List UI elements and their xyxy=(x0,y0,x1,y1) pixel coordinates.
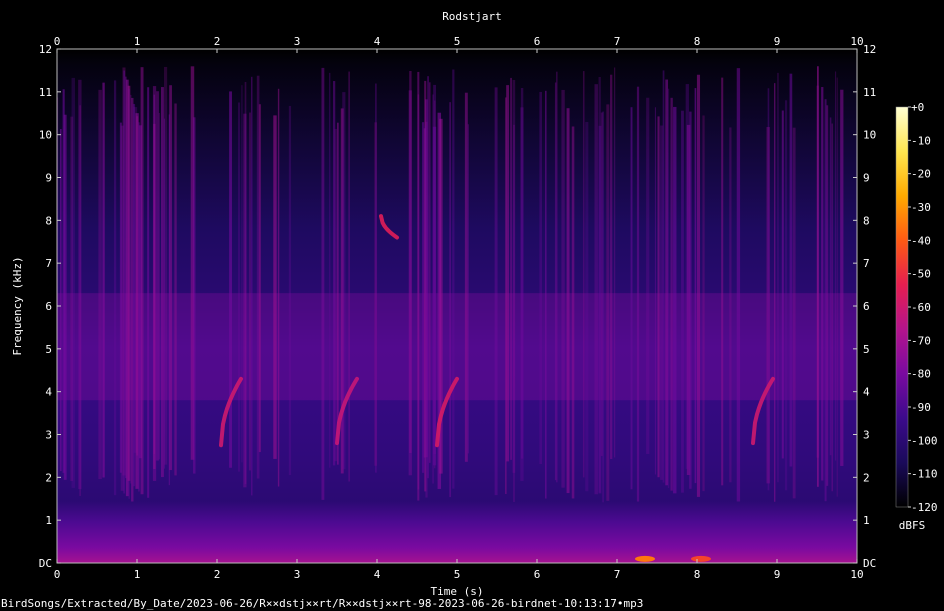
x-tick-label-top: 6 xyxy=(534,35,541,48)
x-tick-label-bottom: 6 xyxy=(534,568,541,581)
file-path-footer: BirdSongs/Extracted/By_Date/2023-06-26/R… xyxy=(1,597,643,610)
colorbar-tick-label: -110 xyxy=(911,468,938,481)
colorbar-tick-label: -30 xyxy=(911,201,931,214)
x-tick-label-bottom: 3 xyxy=(294,568,301,581)
y-tick-label-left: 7 xyxy=(45,257,52,270)
colorbar-tick-label: -60 xyxy=(911,301,931,314)
colorbar-tick-label: -20 xyxy=(911,168,931,181)
y-tick-label-right: 3 xyxy=(863,429,870,442)
x-tick-label-top: 8 xyxy=(694,35,701,48)
colorbar-tick-label: -40 xyxy=(911,234,931,247)
y-tick-label-left: 10 xyxy=(39,129,52,142)
colorbar-tick-label: -70 xyxy=(911,334,931,347)
y-tick-label-left: 2 xyxy=(45,471,52,484)
x-tick-label-bottom: 8 xyxy=(694,568,701,581)
y-tick-label-right: 5 xyxy=(863,343,870,356)
colorbar-tick-label: -90 xyxy=(911,401,931,414)
y-axis-title: Frequency (kHz) xyxy=(11,256,24,355)
y-tick-label-right: 9 xyxy=(863,172,870,185)
y-tick-label-left: 9 xyxy=(45,172,52,185)
colorbar-label: dBFS xyxy=(899,519,926,532)
y-tick-label-left: 4 xyxy=(45,386,52,399)
y-tick-label-left: 6 xyxy=(45,300,52,313)
colorbar-tick-label: -80 xyxy=(911,368,931,381)
y-tick-label-left: 1 xyxy=(45,514,52,527)
y-tick-label-left: 3 xyxy=(45,429,52,442)
y-tick-label-left: 11 xyxy=(39,86,52,99)
x-tick-label-top: 4 xyxy=(374,35,381,48)
x-tick-label-top: 9 xyxy=(774,35,781,48)
x-tick-label-top: 3 xyxy=(294,35,301,48)
colorbar-tick-label: -100 xyxy=(911,434,938,447)
y-tick-label-right: 1 xyxy=(863,514,870,527)
y-tick-label-left: 8 xyxy=(45,214,52,227)
colorbar-tick-label: -50 xyxy=(911,268,931,281)
x-tick-label-top: 1 xyxy=(134,35,141,48)
y-tick-label-right: 10 xyxy=(863,129,876,142)
y-tick-label-right: 4 xyxy=(863,386,870,399)
colorbar-tick-label: -120 xyxy=(911,501,938,514)
chart-title: Rodstjart xyxy=(442,10,502,23)
spectrogram-figure: Rodstjart 0 1 2 3 4 5 6 7 8 9 10 0 1 2 3 4 5 6 7 8 9 10 DC12… xyxy=(1,10,938,610)
y-tick-label-left: 12 xyxy=(39,43,52,56)
x-tick-label-top: 10 xyxy=(850,35,863,48)
y-tick-label-left: DC xyxy=(39,557,52,570)
y-tick-label-right: 7 xyxy=(863,257,870,270)
x-tick-label-bottom: 5 xyxy=(454,568,461,581)
x-tick-label-top: 7 xyxy=(614,35,621,48)
x-tick-label-bottom: 7 xyxy=(614,568,621,581)
x-tick-label-bottom: 1 xyxy=(134,568,141,581)
colorbar: +0 -10 -20 -30 -40 -50 -60 -70 -80 -90 -100 -110 -12… xyxy=(895,101,938,532)
x-tick-label-top: 5 xyxy=(454,35,461,48)
y-tick-label-right: 12 xyxy=(863,43,876,56)
colorbar-ticks: +0 -10 -20 -30 -40 -50 -60 -70 -80 -90 -100 -110 -12… xyxy=(908,101,938,514)
colorbar-gradient xyxy=(895,106,909,508)
y-tick-label-left: 5 xyxy=(45,343,52,356)
y-tick-label-right: 8 xyxy=(863,214,870,227)
y-tick-label-right: 2 xyxy=(863,471,870,484)
x-tick-label-bottom: 10 xyxy=(850,568,863,581)
y-tick-label-right: 6 xyxy=(863,300,870,313)
spectrogram-image xyxy=(57,49,857,563)
x-tick-label-bottom: 4 xyxy=(374,568,381,581)
x-tick-label-bottom: 9 xyxy=(774,568,781,581)
plot-area xyxy=(56,48,858,564)
low-frequency-hotspot xyxy=(691,555,711,562)
x-tick-label-top: 2 xyxy=(214,35,221,48)
low-frequency-hotspot xyxy=(635,555,655,562)
x-tick-label-bottom: 2 xyxy=(214,568,221,581)
x-tick-label-bottom: 0 xyxy=(54,568,61,581)
colorbar-tick-label: -10 xyxy=(911,134,931,147)
x-tick-label-top: 0 xyxy=(54,35,61,48)
colorbar-tick-label: +0 xyxy=(911,101,924,114)
y-tick-label-right: DC xyxy=(863,557,876,570)
y-tick-label-right: 11 xyxy=(863,86,876,99)
